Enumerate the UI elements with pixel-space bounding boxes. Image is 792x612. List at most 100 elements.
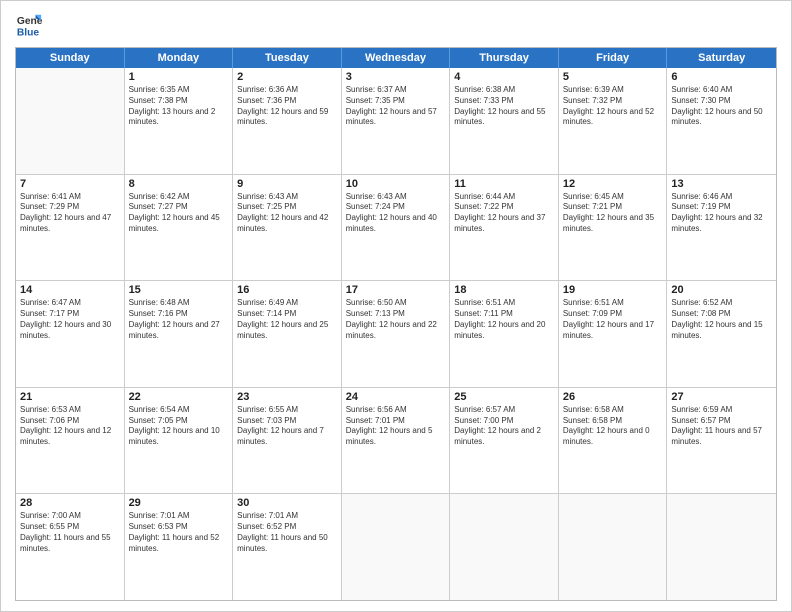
- cell-info: Sunrise: 6:42 AMSunset: 7:27 PMDaylight:…: [129, 192, 229, 235]
- day-number: 9: [237, 178, 337, 190]
- calendar-cell: 18Sunrise: 6:51 AMSunset: 7:11 PMDayligh…: [450, 281, 559, 387]
- calendar-cell: 7 Sunrise: 6:41 AMSunset: 7:29 PMDaylight…: [16, 175, 125, 281]
- weekday-header: Monday: [125, 48, 234, 68]
- cell-info: Sunrise: 6:46 AMSunset: 7:19 PMDaylight:…: [671, 192, 772, 235]
- day-number: 11: [454, 178, 554, 190]
- day-number: 3: [346, 71, 446, 83]
- cell-info: Sunrise: 6:52 AMSunset: 7:08 PMDaylight:…: [671, 298, 772, 341]
- calendar-cell: [342, 494, 451, 600]
- day-number: 27: [671, 391, 772, 403]
- calendar-header: SundayMondayTuesdayWednesdayThursdayFrid…: [16, 48, 776, 68]
- cell-info: Sunrise: 6:43 AMSunset: 7:25 PMDaylight:…: [237, 192, 337, 235]
- calendar-cell: 22 Sunrise: 6:54 AMSunset: 7:05 PMDayligh…: [125, 388, 234, 494]
- day-number: 15: [129, 284, 229, 296]
- calendar-cell: 21Sunrise: 6:53 AMSunset: 7:06 PMDayligh…: [16, 388, 125, 494]
- day-number: 22: [129, 391, 229, 403]
- svg-text:Blue: Blue: [17, 27, 40, 38]
- calendar-cell: 3 Sunrise: 6:37 AMSunset: 7:35 PMDaylight…: [342, 68, 451, 174]
- calendar-cell: 1 Sunrise: 6:35 AMSunset: 7:38 PMDaylight…: [125, 68, 234, 174]
- cell-info: Sunrise: 6:40 AMSunset: 7:30 PMDaylight:…: [671, 85, 772, 128]
- day-number: 29: [129, 497, 229, 509]
- calendar-body: 1 Sunrise: 6:35 AMSunset: 7:38 PMDaylight…: [16, 68, 776, 600]
- cell-info: Sunrise: 7:01 AMSunset: 6:53 PMDaylight:…: [129, 511, 229, 554]
- calendar-cell: 8Sunrise: 6:42 AMSunset: 7:27 PMDaylight…: [125, 175, 234, 281]
- calendar-cell: 14 Sunrise: 6:47 AMSunset: 7:17 PMDayligh…: [16, 281, 125, 387]
- calendar-week: 14 Sunrise: 6:47 AMSunset: 7:17 PMDayligh…: [16, 281, 776, 388]
- day-number: 17: [346, 284, 446, 296]
- calendar-cell: 11 Sunrise: 6:44 AMSunset: 7:22 PMDayligh…: [450, 175, 559, 281]
- calendar-cell: 13 Sunrise: 6:46 AMSunset: 7:19 PMDayligh…: [667, 175, 776, 281]
- cell-info: Sunrise: 6:56 AMSunset: 7:01 PMDaylight:…: [346, 405, 446, 448]
- cell-info: Sunrise: 6:51 AMSunset: 7:09 PMDaylight:…: [563, 298, 663, 341]
- cell-info: Sunrise: 6:38 AMSunset: 7:33 PMDaylight:…: [454, 85, 554, 128]
- calendar-cell: 25Sunrise: 6:57 AMSunset: 7:00 PMDayligh…: [450, 388, 559, 494]
- cell-info: Sunrise: 6:57 AMSunset: 7:00 PMDaylight:…: [454, 405, 554, 448]
- cell-info: Sunrise: 6:58 AMSunset: 6:58 PMDaylight:…: [563, 405, 663, 448]
- cell-info: Sunrise: 6:50 AMSunset: 7:13 PMDaylight:…: [346, 298, 446, 341]
- day-number: 28: [20, 497, 120, 509]
- calendar-cell: [667, 494, 776, 600]
- weekday-header: Tuesday: [233, 48, 342, 68]
- calendar-cell: 19 Sunrise: 6:51 AMSunset: 7:09 PMDayligh…: [559, 281, 668, 387]
- day-number: 2: [237, 71, 337, 83]
- calendar-cell: 15 Sunrise: 6:48 AMSunset: 7:16 PMDayligh…: [125, 281, 234, 387]
- calendar-cell: 5 Sunrise: 6:39 AMSunset: 7:32 PMDaylight…: [559, 68, 668, 174]
- day-number: 19: [563, 284, 663, 296]
- calendar-cell: [559, 494, 668, 600]
- day-number: 4: [454, 71, 554, 83]
- calendar-week: 28 Sunrise: 7:00 AMSunset: 6:55 PMDayligh…: [16, 494, 776, 600]
- weekday-header: Sunday: [16, 48, 125, 68]
- calendar-week: 1 Sunrise: 6:35 AMSunset: 7:38 PMDaylight…: [16, 68, 776, 175]
- calendar-cell: 27Sunrise: 6:59 AMSunset: 6:57 PMDayligh…: [667, 388, 776, 494]
- cell-info: Sunrise: 6:47 AMSunset: 7:17 PMDaylight:…: [20, 298, 120, 341]
- cell-info: Sunrise: 6:43 AMSunset: 7:24 PMDaylight:…: [346, 192, 446, 235]
- cell-info: Sunrise: 6:36 AMSunset: 7:36 PMDaylight:…: [237, 85, 337, 128]
- cell-info: Sunrise: 7:01 AMSunset: 6:52 PMDaylight:…: [237, 511, 337, 554]
- weekday-header: Thursday: [450, 48, 559, 68]
- cell-info: Sunrise: 6:45 AMSunset: 7:21 PMDaylight:…: [563, 192, 663, 235]
- calendar-cell: 4 Sunrise: 6:38 AMSunset: 7:33 PMDaylight…: [450, 68, 559, 174]
- calendar-cell: 24 Sunrise: 6:56 AMSunset: 7:01 PMDayligh…: [342, 388, 451, 494]
- calendar-cell: 6Sunrise: 6:40 AMSunset: 7:30 PMDaylight…: [667, 68, 776, 174]
- cell-info: Sunrise: 6:55 AMSunset: 7:03 PMDaylight:…: [237, 405, 337, 448]
- logo-icon: General Blue: [15, 11, 43, 39]
- cell-info: Sunrise: 6:35 AMSunset: 7:38 PMDaylight:…: [129, 85, 229, 128]
- day-number: 20: [671, 284, 772, 296]
- cell-info: Sunrise: 6:53 AMSunset: 7:06 PMDaylight:…: [20, 405, 120, 448]
- calendar-cell: 29 Sunrise: 7:01 AMSunset: 6:53 PMDayligh…: [125, 494, 234, 600]
- day-number: 23: [237, 391, 337, 403]
- calendar-cell: 28 Sunrise: 7:00 AMSunset: 6:55 PMDayligh…: [16, 494, 125, 600]
- calendar-cell: 30 Sunrise: 7:01 AMSunset: 6:52 PMDayligh…: [233, 494, 342, 600]
- day-number: 30: [237, 497, 337, 509]
- day-number: 24: [346, 391, 446, 403]
- weekday-header: Wednesday: [342, 48, 451, 68]
- day-number: 7: [20, 178, 120, 190]
- day-number: 5: [563, 71, 663, 83]
- cell-info: Sunrise: 7:00 AMSunset: 6:55 PMDaylight:…: [20, 511, 120, 554]
- day-number: 12: [563, 178, 663, 190]
- logo: General Blue: [15, 11, 43, 39]
- calendar-cell: 23 Sunrise: 6:55 AMSunset: 7:03 PMDayligh…: [233, 388, 342, 494]
- day-number: 14: [20, 284, 120, 296]
- weekday-header: Saturday: [667, 48, 776, 68]
- day-number: 26: [563, 391, 663, 403]
- calendar-cell: 9 Sunrise: 6:43 AMSunset: 7:25 PMDaylight…: [233, 175, 342, 281]
- calendar-week: 21Sunrise: 6:53 AMSunset: 7:06 PMDayligh…: [16, 388, 776, 495]
- day-number: 10: [346, 178, 446, 190]
- day-number: 1: [129, 71, 229, 83]
- cell-info: Sunrise: 6:44 AMSunset: 7:22 PMDaylight:…: [454, 192, 554, 235]
- calendar-cell: 12 Sunrise: 6:45 AMSunset: 7:21 PMDayligh…: [559, 175, 668, 281]
- calendar-cell: 26 Sunrise: 6:58 AMSunset: 6:58 PMDayligh…: [559, 388, 668, 494]
- day-number: 13: [671, 178, 772, 190]
- calendar-cell: 17 Sunrise: 6:50 AMSunset: 7:13 PMDayligh…: [342, 281, 451, 387]
- cell-info: Sunrise: 6:48 AMSunset: 7:16 PMDaylight:…: [129, 298, 229, 341]
- cell-info: Sunrise: 6:54 AMSunset: 7:05 PMDaylight:…: [129, 405, 229, 448]
- cell-info: Sunrise: 6:41 AMSunset: 7:29 PMDaylight:…: [20, 192, 120, 235]
- day-number: 18: [454, 284, 554, 296]
- calendar-cell: 10 Sunrise: 6:43 AMSunset: 7:24 PMDayligh…: [342, 175, 451, 281]
- calendar: SundayMondayTuesdayWednesdayThursdayFrid…: [15, 47, 777, 601]
- cell-info: Sunrise: 6:39 AMSunset: 7:32 PMDaylight:…: [563, 85, 663, 128]
- cell-info: Sunrise: 6:49 AMSunset: 7:14 PMDaylight:…: [237, 298, 337, 341]
- cell-info: Sunrise: 6:37 AMSunset: 7:35 PMDaylight:…: [346, 85, 446, 128]
- day-number: 16: [237, 284, 337, 296]
